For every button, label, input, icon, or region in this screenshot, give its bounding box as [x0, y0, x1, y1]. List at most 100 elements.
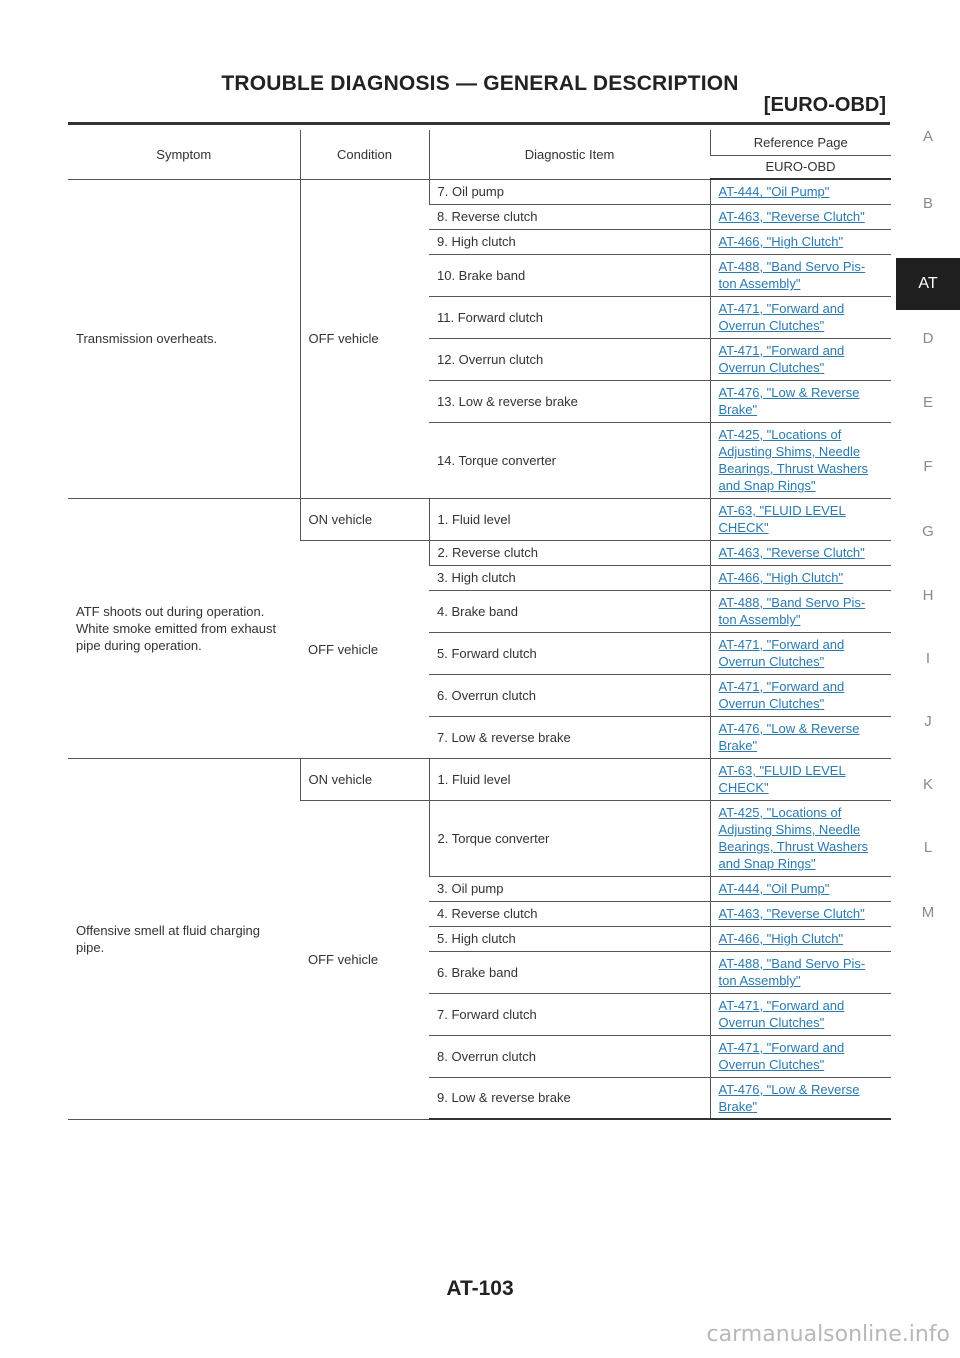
- diagnostic-item-cell: 13. Low & reverse brake: [429, 380, 710, 423]
- page-number: AT-103: [446, 1277, 514, 1300]
- reference-link[interactable]: AT-476, "Low & Reverse Brake": [719, 384, 860, 418]
- reference-link[interactable]: AT-476, "Low & Reverse Brake": [719, 720, 860, 754]
- side-index-item-k[interactable]: K: [896, 776, 960, 794]
- symptom-cell: ATF shoots out during operation. White s…: [68, 498, 300, 759]
- reference-link[interactable]: AT-425, "Locations of Adjusting Shims, N…: [719, 426, 869, 494]
- side-index-item-a[interactable]: A: [896, 128, 960, 146]
- reference-link[interactable]: AT-488, "Band Servo Pis- ton Assembly": [719, 594, 866, 628]
- side-index-item-d[interactable]: D: [896, 330, 960, 348]
- reference-link[interactable]: AT-471, "Forward and Overrun Clutches": [719, 1039, 845, 1073]
- table-row: Offensive smell at fluid charging pipe. O…: [68, 758, 891, 1120]
- diagnostic-item-cell: 9. Low & reverse brake: [429, 1077, 710, 1120]
- reference-cell: AT-471, "Forward and Overrun Clutches": [709, 674, 891, 717]
- side-index-item-h[interactable]: H: [896, 587, 960, 605]
- reference-cell: AT-463, "Reverse Clutch": [709, 540, 891, 566]
- side-index-item-m[interactable]: M: [896, 904, 960, 922]
- reference-cell: AT-466, "High Clutch": [709, 229, 891, 255]
- reference-cell: AT-488, "Band Servo Pis- ton Assembly": [709, 254, 891, 297]
- header-diagnostic-item: Diagnostic Item: [428, 130, 710, 180]
- reference-cell: AT-466, "High Clutch": [709, 926, 891, 952]
- watermark: carmanualsonline.info: [706, 1322, 950, 1347]
- reference-cell: AT-476, "Low & Reverse Brake": [709, 716, 891, 759]
- reference-link[interactable]: AT-466, "High Clutch": [719, 233, 844, 250]
- side-index-item-e[interactable]: E: [896, 394, 960, 412]
- reference-cell: AT-471, "Forward and Overrun Clutches": [709, 1035, 891, 1078]
- reference-cell: AT-463, "Reverse Clutch": [709, 204, 891, 230]
- side-index-item-l[interactable]: L: [896, 839, 960, 857]
- diagnostic-item-cell: 7. Forward clutch: [429, 993, 710, 1036]
- diagnostic-item-cell: 12. Overrun clutch: [429, 338, 710, 381]
- page-title: TROUBLE DIAGNOSIS — GENERAL DESCRIPTION: [221, 72, 739, 95]
- reference-link[interactable]: AT-471, "Forward and Overrun Clutches": [719, 342, 845, 376]
- reference-cell: AT-463, "Reverse Clutch": [709, 901, 891, 927]
- reference-link[interactable]: AT-471, "Forward and Overrun Clutches": [719, 300, 845, 334]
- condition-cell: OFF vehicle: [300, 800, 429, 1120]
- condition-cell: OFF vehicle: [300, 540, 429, 759]
- diagnostic-item-cell: 6. Overrun clutch: [429, 674, 710, 717]
- reference-link[interactable]: AT-476, "Low & Reverse Brake": [719, 1081, 860, 1115]
- reference-link[interactable]: AT-425, "Locations of Adjusting Shims, N…: [719, 804, 869, 872]
- side-index-item-f[interactable]: F: [896, 458, 960, 476]
- reference-link[interactable]: AT-63, "FLUID LEVEL CHECK": [719, 502, 846, 536]
- table-row: Transmission overheats. OFF vehicle 7. Oil…: [68, 179, 891, 499]
- reference-cell: AT-471, "Forward and Overrun Clutches": [709, 338, 891, 381]
- reference-link[interactable]: AT-488, "Band Servo Pis- ton Assembly": [719, 955, 866, 989]
- reference-cell: AT-488, "Band Servo Pis- ton Assembly": [709, 951, 891, 994]
- side-index-item-at[interactable]: AT: [896, 258, 960, 310]
- page-subtitle: [EURO-OBD]: [763, 94, 886, 116]
- header-symptom: Symptom: [68, 130, 300, 180]
- diagnostic-item-cell: 8. Overrun clutch: [429, 1035, 710, 1078]
- reference-link[interactable]: AT-471, "Forward and Overrun Clutches": [719, 636, 845, 670]
- reference-link[interactable]: AT-63, "FLUID LEVEL CHECK": [719, 762, 846, 796]
- reference-link[interactable]: AT-463, "Reverse Clutch": [719, 208, 865, 225]
- diagnostic-item-cell: 9. High clutch: [429, 229, 710, 255]
- diagnosis-table: Symptom Condition Diagnostic Item Refere…: [68, 130, 891, 1120]
- reference-cell: AT-471, "Forward and Overrun Clutches": [709, 632, 891, 675]
- reference-link[interactable]: AT-471, "Forward and Overrun Clutches": [719, 997, 845, 1031]
- diagnostic-item-cell: 6. Brake band: [429, 951, 710, 994]
- diagnostic-item-cell: 1. Fluid level: [428, 758, 710, 801]
- table-row: ATF shoots out during operation. White s…: [68, 498, 891, 759]
- reference-cell: AT-425, "Locations of Adjusting Shims, N…: [709, 422, 891, 499]
- diagnostic-item-cell: 10. Brake band: [429, 254, 710, 297]
- reference-cell: AT-471, "Forward and Overrun Clutches": [709, 296, 891, 339]
- reference-link[interactable]: AT-444, "Oil Pump": [719, 183, 830, 200]
- reference-cell: AT-471, "Forward and Overrun Clutches": [709, 993, 891, 1036]
- diagnostic-item-cell: 4. Brake band: [429, 590, 710, 633]
- diagnostic-item-cell: 7. Oil pump: [428, 179, 710, 205]
- diagnostic-item-cell: 3. Oil pump: [429, 876, 710, 902]
- side-index-item-g[interactable]: G: [896, 523, 960, 541]
- diagnostic-item-cell: 1. Fluid level: [428, 498, 710, 541]
- side-index-item-j[interactable]: J: [896, 713, 960, 731]
- side-index-item-i[interactable]: I: [896, 650, 960, 668]
- reference-link[interactable]: AT-466, "High Clutch": [719, 930, 844, 947]
- reference-cell: AT-444, "Oil Pump": [709, 179, 891, 205]
- diagnostic-item-cell: 8. Reverse clutch: [429, 204, 710, 230]
- reference-cell: AT-63, "FLUID LEVEL CHECK": [709, 758, 891, 801]
- reference-cell: AT-444, "Oil Pump": [709, 876, 891, 902]
- reference-cell: AT-466, "High Clutch": [709, 565, 891, 591]
- reference-link[interactable]: AT-444, "Oil Pump": [719, 880, 830, 897]
- condition-cell: OFF vehicle: [299, 179, 429, 499]
- header-rule: [68, 122, 890, 125]
- condition-cell: ON vehicle: [299, 498, 429, 541]
- reference-cell: AT-425, "Locations of Adjusting Shims, N…: [709, 800, 891, 877]
- symptom-cell: Transmission overheats.: [68, 179, 300, 499]
- reference-cell: AT-488, "Band Servo Pis- ton Assembly": [709, 590, 891, 633]
- diagnostic-item-cell: 7. Low & reverse brake: [429, 716, 710, 759]
- diagnostic-item-cell: 2. Reverse clutch: [428, 540, 710, 566]
- reference-cell: AT-63, "FLUID LEVEL CHECK": [709, 498, 891, 541]
- diagnostic-item-cell: 11. Forward clutch: [429, 296, 710, 339]
- reference-link[interactable]: AT-466, "High Clutch": [719, 569, 844, 586]
- side-index-item-b[interactable]: B: [896, 195, 960, 213]
- diagnostic-item-cell: 4. Reverse clutch: [429, 901, 710, 927]
- diagnostic-item-cell: 2. Torque converter: [428, 800, 710, 877]
- diagnostic-item-cell: 14. Torque converter: [429, 422, 710, 499]
- reference-cell: AT-476, "Low & Reverse Brake": [709, 380, 891, 423]
- reference-link[interactable]: AT-471, "Forward and Overrun Clutches": [719, 678, 845, 712]
- reference-link[interactable]: AT-463, "Reverse Clutch": [719, 544, 865, 561]
- reference-link[interactable]: AT-488, "Band Servo Pis- ton Assembly": [719, 258, 866, 292]
- diagnostic-item-cell: 5. High clutch: [429, 926, 710, 952]
- reference-link[interactable]: AT-463, "Reverse Clutch": [719, 905, 865, 922]
- symptom-cell: Offensive smell at fluid charging pipe.: [68, 758, 300, 1120]
